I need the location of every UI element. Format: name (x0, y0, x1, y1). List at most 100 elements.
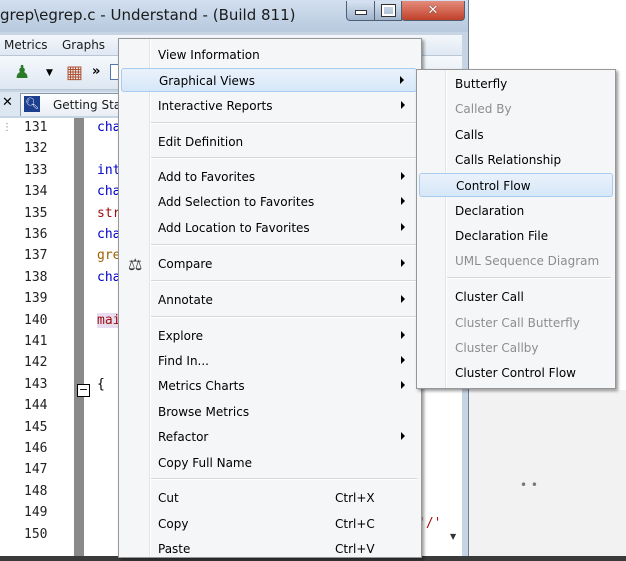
menu-item-browse-metrics[interactable]: Browse Metrics (121, 400, 417, 424)
line-number: 145 (24, 419, 48, 435)
line-number: 150 (24, 526, 48, 542)
report-icon[interactable]: ▦ (66, 62, 83, 83)
dropdown-arrow-icon[interactable]: ▼ (46, 68, 53, 78)
line-number: 149 (24, 505, 48, 521)
grip-icon[interactable]: ⋮ (2, 122, 12, 133)
menu-item-label: Annotate (158, 293, 213, 307)
submenu-item-cluster-call[interactable]: Cluster Call (419, 285, 613, 309)
line-number: 144 (24, 398, 48, 414)
submenu-item-calls-relationship[interactable]: Calls Relationship (419, 148, 613, 172)
submenu-item-calls[interactable]: Calls (419, 123, 613, 147)
tab-label: Getting Star (53, 98, 127, 112)
submenu-arrow-icon (401, 381, 405, 389)
code-line[interactable]: mai (97, 312, 121, 328)
submenu-item-label: Declaration (455, 204, 525, 218)
line-number: 134 (24, 184, 48, 200)
code-line[interactable]: int (97, 163, 120, 178)
menu-item-label: Compare (158, 257, 213, 271)
close-button[interactable]: ✕ (401, 1, 465, 21)
toolbar-overflow-button[interactable]: » (92, 64, 100, 79)
close-icon: ✕ (427, 3, 439, 18)
menu-item-copy-full-name[interactable]: Copy Full Name (121, 451, 417, 475)
menu-item-find-in[interactable]: Find In... (121, 349, 417, 373)
menu-item-view-information[interactable]: View Information (121, 43, 417, 67)
submenu-item-cluster-control-flow[interactable]: Cluster Control Flow (419, 361, 613, 385)
submenu-item-label: Cluster Call (455, 290, 524, 304)
menu-separator (151, 280, 417, 282)
submenu-arrow-icon (401, 172, 405, 180)
submenu-arrow-icon (401, 331, 405, 339)
context-menu: View Information Graphical Views Interacti… (118, 38, 422, 558)
maximize-icon (380, 4, 396, 17)
menu-item-label: Cut (158, 491, 179, 505)
code-line[interactable]: { (97, 377, 105, 392)
fold-margin (74, 118, 84, 556)
desktop-background-lower (469, 390, 626, 556)
submenu-arrow-icon (401, 223, 405, 231)
menu-separator (151, 122, 417, 124)
menu-separator (151, 157, 417, 159)
line-number: 142 (24, 355, 48, 371)
line-number: 148 (24, 483, 48, 499)
submenu-item-label: Control Flow (456, 179, 531, 193)
menu-item-label: Add Location to Favorites (158, 221, 310, 235)
menu-item-graphical-views[interactable]: Graphical Views (121, 68, 417, 92)
line-number: 139 (24, 291, 48, 307)
menu-item-label: Copy (158, 517, 189, 531)
menu-item-label: Paste (158, 542, 191, 556)
menu-item-label: Add to Favorites (158, 170, 256, 184)
menu-item-refactor[interactable]: Refactor (121, 425, 417, 449)
line-number: 136 (24, 227, 48, 242)
code-line[interactable]: cha (97, 120, 120, 135)
menu-item-label: Graphical Views (159, 74, 255, 88)
submenu-item-cluster-callby: Cluster Callby (419, 336, 613, 360)
code-line[interactable]: gre (97, 248, 120, 263)
menu-item-shortcut: Ctrl+X (335, 491, 375, 505)
line-number: 146 (24, 441, 48, 456)
menu-item-add-selection-to-favorites[interactable]: Add Selection to Favorites (121, 190, 417, 214)
menu-item-add-to-favorites[interactable]: Add to Favorites (121, 165, 417, 189)
submenu-item-control-flow[interactable]: Control Flow (419, 173, 613, 197)
code-line[interactable]: str (97, 206, 120, 221)
tab-close-icon[interactable]: ✕ (2, 95, 13, 110)
submenu-arrow-icon (401, 356, 405, 364)
submenu-item-declaration[interactable]: Declaration (419, 199, 613, 223)
submenu-item-label: Declaration File (455, 229, 549, 243)
menu-item-explore[interactable]: Explore (121, 324, 417, 348)
menu-item-compare[interactable]: ⚖ Compare (121, 252, 417, 276)
menu-graphs[interactable]: Graphs (62, 38, 105, 52)
submenu-item-declaration-file[interactable]: Declaration File (419, 224, 613, 248)
menu-item-interactive-reports[interactable]: Interactive Reports (121, 94, 417, 118)
fold-toggle-icon[interactable]: − (77, 384, 90, 397)
menu-item-metrics-charts[interactable]: Metrics Charts (121, 374, 417, 398)
menu-item-edit-definition[interactable]: Edit Definition (121, 130, 417, 154)
menu-item-paste[interactable]: Paste Ctrl+V (121, 537, 417, 561)
submenu-item-butterfly[interactable]: Butterfly (419, 72, 613, 96)
code-line[interactable]: cha (97, 270, 120, 285)
scroll-down-icon[interactable]: ▼ (450, 532, 456, 541)
submenu-arrow-icon (401, 295, 405, 303)
submenu-item-label: Butterfly (455, 77, 508, 91)
menu-item-cut[interactable]: Cut Ctrl+X (121, 486, 417, 510)
line-number: 147 (24, 462, 48, 478)
menu-item-label: Find In... (158, 354, 209, 368)
menu-item-add-location-to-favorites[interactable]: Add Location to Favorites (121, 216, 417, 240)
submenu-arrow-icon (401, 197, 405, 205)
menu-metrics[interactable]: Metrics (4, 38, 48, 52)
minimize-button[interactable] (346, 1, 375, 21)
submenu-separator (447, 277, 611, 279)
submenu-item-label: Calls (455, 128, 484, 142)
menu-item-label: Interactive Reports (158, 99, 273, 113)
submenu-item-uml-sequence-diagram: UML Sequence Diagram (419, 249, 613, 273)
menu-item-label: Explore (158, 329, 204, 343)
menu-item-shortcut: Ctrl+C (335, 517, 375, 531)
menu-item-annotate[interactable]: Annotate (121, 288, 417, 312)
maximize-button[interactable] (374, 1, 402, 21)
code-line[interactable]: cha (97, 227, 120, 242)
people-icon[interactable]: ♟ (14, 62, 30, 83)
side-panel-strip: ⋮ (0, 118, 15, 556)
menu-item-copy[interactable]: Copy Ctrl+C (121, 512, 417, 536)
submenu-item-label: Cluster Control Flow (455, 366, 576, 380)
minimize-icon (354, 10, 367, 15)
code-line[interactable]: cha (97, 184, 120, 199)
